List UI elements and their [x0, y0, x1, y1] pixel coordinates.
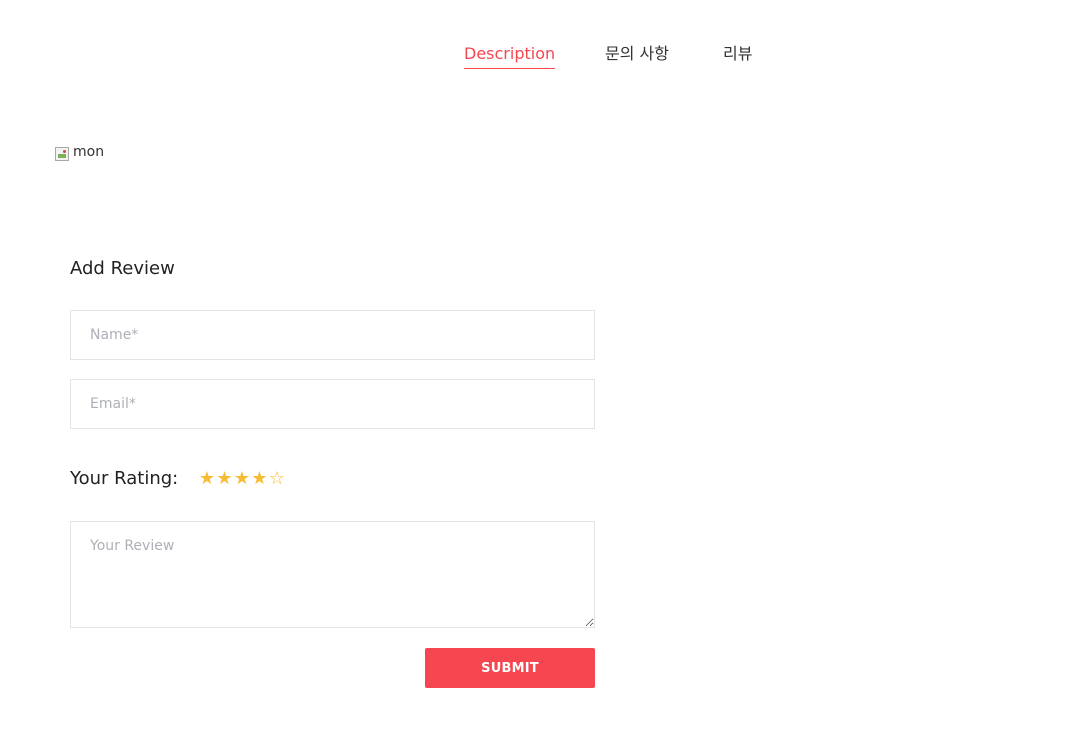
product-tabs: Description 문의 사항 리뷰: [464, 42, 752, 69]
star-filled-icon[interactable]: ★: [198, 466, 216, 492]
review-textarea[interactable]: [70, 521, 595, 628]
broken-image-icon: [55, 147, 69, 161]
star-filled-icon[interactable]: ★: [251, 466, 269, 492]
rating-label: Your Rating:: [70, 468, 179, 489]
rating-stars: ★ ★ ★ ★ ☆: [198, 466, 286, 492]
product-image: mon: [55, 144, 105, 161]
email-input[interactable]: [70, 379, 595, 429]
tab-inquiry[interactable]: 문의 사항: [605, 42, 669, 68]
tab-reviews[interactable]: 리뷰: [723, 42, 752, 68]
product-image-alt: mon: [73, 144, 105, 160]
star-filled-icon[interactable]: ★: [216, 466, 234, 492]
star-filled-icon[interactable]: ★: [233, 466, 251, 492]
name-input[interactable]: [70, 310, 595, 360]
product-page: Description 문의 사항 리뷰 mon Add Review Your…: [0, 0, 1077, 741]
star-empty-icon[interactable]: ☆: [268, 466, 286, 492]
rating-row: Your Rating: ★ ★ ★ ★ ☆: [70, 466, 286, 492]
tab-description[interactable]: Description: [464, 42, 556, 69]
submit-button[interactable]: SUBMIT: [425, 648, 595, 688]
add-review-title: Add Review: [70, 258, 175, 279]
